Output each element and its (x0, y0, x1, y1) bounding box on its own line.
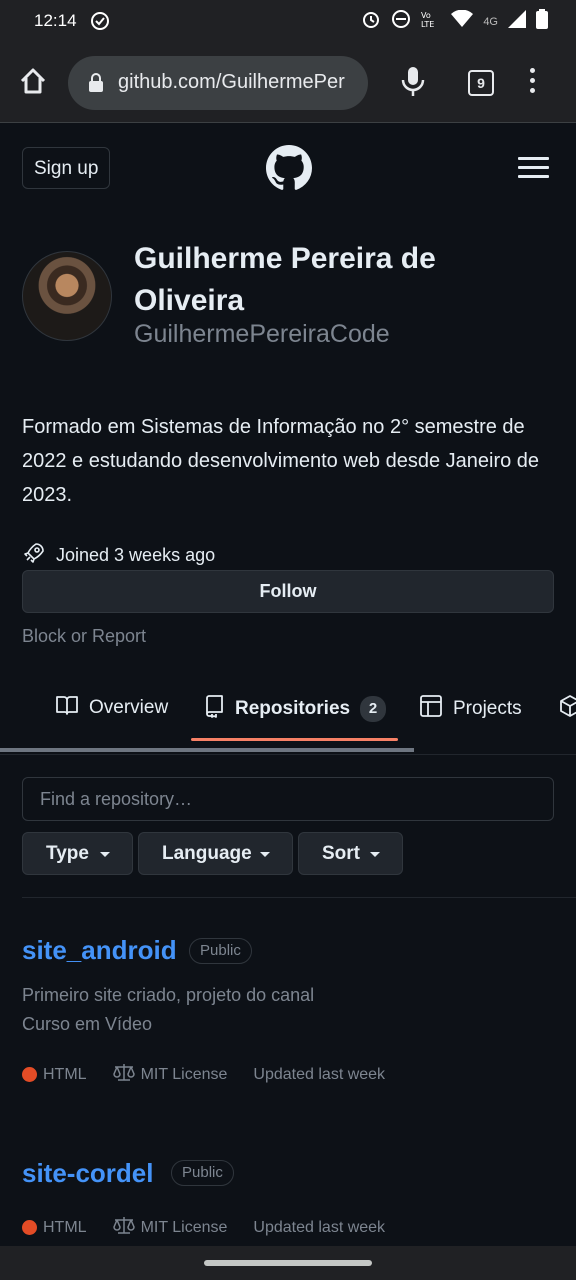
repo-meta: HTML MIT License Updated last week (22, 1063, 385, 1086)
type-filter-button[interactable]: Type (22, 832, 133, 875)
profile-full-name: Guilherme Pereira de Oliveira (134, 242, 436, 317)
microphone-icon[interactable] (400, 66, 426, 103)
package-icon (558, 694, 576, 724)
lock-icon (88, 73, 104, 98)
volte-icon: Vo LTE (421, 9, 441, 34)
tabs-scrollbar[interactable] (0, 748, 414, 752)
svg-text:Vo: Vo (421, 11, 431, 20)
profile-username: GuilhermePereiraCode (134, 320, 390, 348)
browser-toolbar: github.com/GuilhermePer 9 (0, 44, 576, 123)
follow-button[interactable]: Follow (22, 570, 554, 613)
github-header: Sign up (0, 123, 576, 213)
repo-license[interactable]: MIT License (112, 1063, 228, 1086)
table-icon (419, 694, 443, 724)
language-filter-label: Language (162, 843, 252, 864)
book-icon (55, 694, 79, 722)
repo-meta: HTML MIT License Updated last week (22, 1216, 385, 1239)
repo-language: HTML (43, 1065, 87, 1083)
system-navigation-bar (0, 1246, 576, 1280)
joined-date: Joined 3 weeks ago (22, 541, 215, 570)
do-not-disturb-icon (391, 9, 411, 34)
address-bar[interactable]: github.com/GuilhermePer (68, 56, 368, 110)
law-icon (112, 1063, 135, 1086)
check-circle-icon (90, 11, 110, 36)
more-options-icon[interactable] (530, 68, 535, 98)
svg-text:LTE: LTE (421, 20, 434, 29)
tab-projects-label: Projects (453, 698, 522, 719)
divider (22, 897, 576, 898)
tab-switcher-button[interactable]: 9 (468, 70, 494, 96)
profile-tabs: Overview Repositories 2 Projects (0, 676, 576, 755)
sign-up-button[interactable]: Sign up (22, 147, 111, 189)
caret-down-icon (100, 852, 110, 857)
repo-name-link[interactable]: site-cordel (22, 1158, 154, 1189)
tab-overview[interactable]: Overview (55, 694, 168, 722)
visibility-badge: Public (171, 1160, 234, 1186)
repo-license-label: MIT License (140, 1065, 228, 1083)
repo-updated: Updated last week (253, 1065, 386, 1083)
repo-description: Primeiro site criado, projeto do canal C… (22, 985, 315, 1034)
repo-name-link[interactable]: site_android (22, 935, 177, 966)
tab-packages[interactable] (558, 694, 576, 724)
tab-projects[interactable]: Projects (419, 694, 522, 724)
tab-overview-label: Overview (89, 697, 169, 718)
signal-icon (508, 10, 526, 33)
repo-language: HTML (43, 1218, 87, 1236)
profile-bio: Formado em Sistemas de Informação no 2° … (22, 416, 540, 506)
repo-license-label: MIT License (140, 1218, 228, 1236)
find-repository-input[interactable]: Find a repository… (22, 777, 554, 821)
avatar (22, 251, 112, 341)
status-time: 12:14 (34, 11, 77, 30)
battery-icon (536, 9, 548, 34)
alarm-icon (361, 9, 381, 34)
repo-updated: Updated last week (253, 1218, 386, 1236)
type-filter-label: Type (46, 843, 89, 864)
caret-down-icon (370, 852, 380, 857)
hamburger-menu-icon[interactable] (518, 157, 549, 184)
status-icons: Vo LTE 4G (361, 9, 548, 34)
home-icon[interactable] (18, 66, 50, 98)
github-logo-icon[interactable] (266, 145, 312, 196)
home-gesture-handle[interactable] (204, 1260, 372, 1266)
visibility-badge: Public (189, 938, 252, 964)
joined-text: Joined 3 weeks ago (56, 545, 216, 565)
url-text: github.com/GuilhermePer (118, 71, 345, 93)
repo-license[interactable]: MIT License (112, 1216, 228, 1239)
tab-repositories[interactable]: Repositories 2 (203, 694, 387, 724)
language-color-dot (22, 1067, 37, 1082)
sort-filter-label: Sort (322, 843, 360, 864)
repositories-count: 2 (360, 696, 387, 722)
language-filter-button[interactable]: Language (138, 832, 293, 875)
block-or-report-link[interactable]: Block or Report (22, 626, 146, 647)
status-bar: 12:14 Vo LTE 4G (0, 0, 576, 44)
caret-down-icon (260, 852, 270, 857)
active-tab-underline (191, 738, 398, 741)
law-icon (112, 1216, 135, 1239)
repo-icon (203, 694, 225, 724)
sort-filter-button[interactable]: Sort (298, 832, 403, 875)
tab-repositories-label: Repositories (235, 698, 351, 719)
find-repository-placeholder: Find a repository… (40, 789, 193, 809)
network-type: 4G (483, 15, 498, 28)
rocket-icon (22, 541, 46, 570)
wifi-icon (451, 9, 474, 33)
language-color-dot (22, 1220, 37, 1235)
